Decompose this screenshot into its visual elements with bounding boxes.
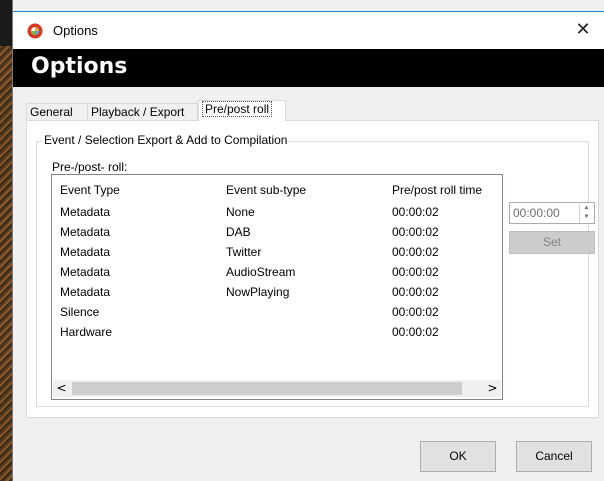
column-header-roll-time[interactable]: Pre/post roll time [392,183,482,197]
scroll-right-icon[interactable]: > [484,380,501,397]
table-row[interactable]: Metadata None 00:00:02 [52,202,502,222]
page-title: Options [31,54,128,79]
pre-post-roll-label: Pre-/post- roll: [52,160,128,174]
cell-event-sub-type: AudioStream [226,265,296,279]
table-row[interactable]: Metadata AudioStream 00:00:02 [52,262,502,282]
group-legend: Event / Selection Export & Add to Compil… [42,133,290,147]
cell-event-sub-type: DAB [226,225,251,239]
table-row[interactable]: Metadata NowPlaying 00:00:02 [52,282,502,302]
cell-event-type: Hardware [60,325,113,339]
title-bar: Options ✕ [13,11,604,50]
scroll-left-icon[interactable]: < [53,380,70,397]
column-header-event-sub-type[interactable]: Event sub-type [226,183,306,197]
pre-post-roll-list[interactable]: Event Type Event sub-type Pre/post roll … [51,174,503,400]
tab-pre-post-roll[interactable]: Pre/post roll [198,100,286,121]
cell-event-type: Metadata [60,205,111,219]
background-window-dark-area [0,0,12,46]
page-header: Options [13,49,604,87]
tab-pre-post-roll-label: Pre/post roll [202,101,273,117]
cell-event-type: Metadata [60,285,111,299]
cancel-button[interactable]: Cancel [516,441,592,472]
horizontal-scrollbar[interactable]: < > [53,380,501,397]
cell-roll-time: 00:00:02 [392,285,439,299]
spin-up-icon[interactable]: ▲ [580,204,593,213]
table-row[interactable]: Metadata DAB 00:00:02 [52,222,502,242]
table-row[interactable]: Silence 00:00:02 [52,302,502,322]
roll-time-value[interactable]: 00:00:00 [513,206,560,220]
cell-roll-time: 00:00:02 [392,265,439,279]
table-row[interactable]: Metadata Twitter 00:00:02 [52,242,502,262]
options-dialog: Options ✕ Options General Playback / Exp… [12,0,604,481]
close-icon[interactable]: ✕ [571,18,595,42]
column-header-event-type[interactable]: Event Type [60,183,120,197]
tab-panel: Event / Selection Export & Add to Compil… [26,120,599,418]
cell-roll-time: 00:00:02 [392,245,439,259]
cell-roll-time: 00:00:02 [392,205,439,219]
cell-event-type: Metadata [60,245,111,259]
window-title: Options [53,23,98,38]
roll-time-spinbox[interactable]: 00:00:00 ▲ ▼ [509,202,595,224]
cell-event-type: Metadata [60,225,111,239]
tab-general[interactable]: General [26,103,88,120]
cell-roll-time: 00:00:02 [392,325,439,339]
cell-roll-time: 00:00:02 [392,305,439,319]
cell-event-type: Silence [60,305,100,319]
cell-event-sub-type: Twitter [226,245,262,259]
set-button[interactable]: Set [509,231,595,254]
spin-down-icon[interactable]: ▼ [580,213,593,222]
cell-event-sub-type: NowPlaying [226,285,290,299]
ok-button[interactable]: OK [420,441,496,472]
app-logo-icon [27,23,43,39]
cell-roll-time: 00:00:02 [392,225,439,239]
background-window-edge [0,0,12,481]
table-row[interactable]: Hardware 00:00:02 [52,322,502,342]
cell-event-type: Metadata [60,265,111,279]
cell-event-sub-type: None [226,205,255,219]
spin-buttons[interactable]: ▲ ▼ [579,204,593,222]
scrollbar-thumb[interactable] [72,382,462,395]
tab-playback-export[interactable]: Playback / Export [88,103,198,120]
